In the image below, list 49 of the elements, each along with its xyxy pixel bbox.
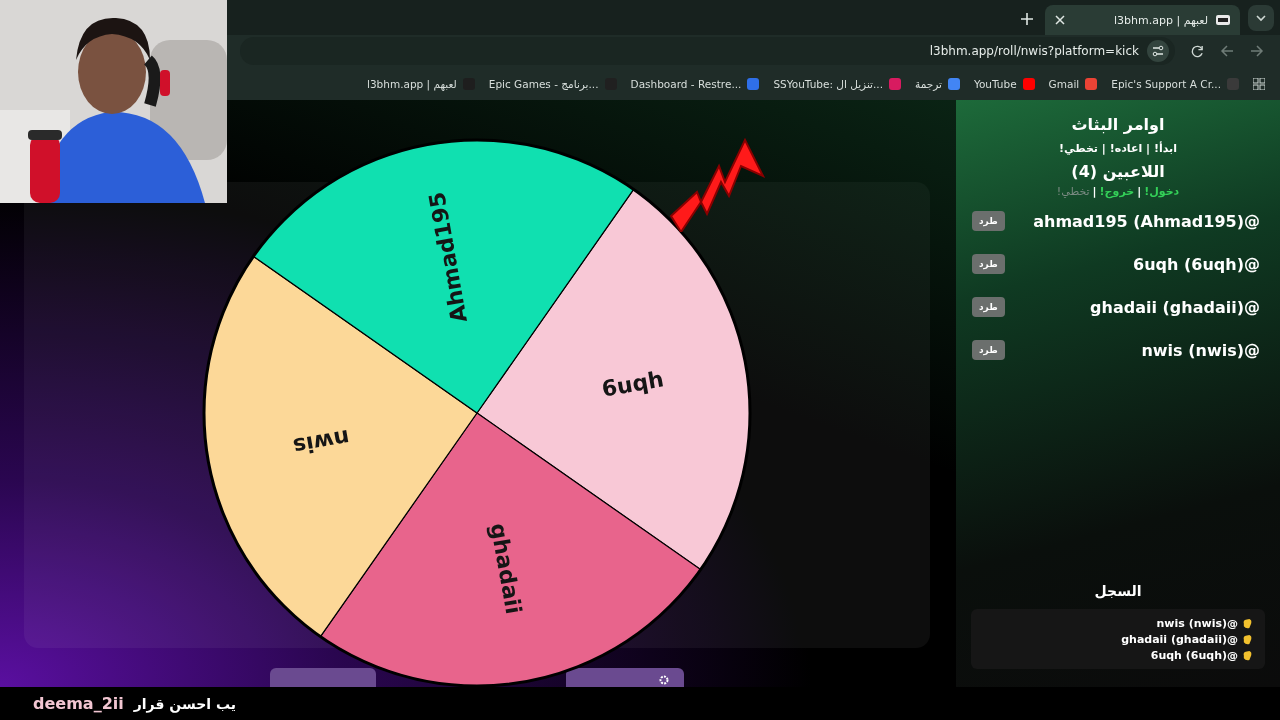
player-name: @nwis (nwis): [1141, 340, 1260, 360]
player-command: خروج!: [1099, 185, 1135, 198]
player-command: تخطي!: [1056, 185, 1090, 198]
panel-title: اوامر البثاث: [1071, 115, 1165, 134]
commands-text: ابدأ! | اعاده! | تخطي!: [1059, 142, 1177, 155]
bookmark[interactable]: Dashboard - Restre...: [630, 77, 760, 90]
log-entry: @nwis (nwis): [1156, 616, 1238, 630]
bookmark[interactable]: ترجمة: [915, 77, 960, 90]
bookmark[interactable]: l3bhm.app | لعبهم: [367, 77, 475, 90]
url-text: l3bhm.app/roll/nwis?platform=kick: [929, 44, 1139, 58]
bookmark[interactable]: Epic's Support A Cr...: [1111, 77, 1239, 90]
reload-icon[interactable]: [1191, 44, 1204, 58]
player-name: @ahmad195 (Ahmad195): [1033, 211, 1260, 231]
players-title: اللاعبين (4): [1071, 162, 1165, 181]
gear-icon: [658, 674, 670, 686]
apps-grid-icon[interactable]: [1253, 77, 1265, 90]
log-title: السجل: [1094, 583, 1142, 599]
player-command: دخول!: [1144, 185, 1180, 198]
separator-text: |: [1092, 185, 1097, 198]
bookmark[interactable]: Gmail: [1048, 77, 1098, 90]
bookmark[interactable]: YouTube: [973, 77, 1035, 90]
browser-tab[interactable]: l3bhm.app | لعبهم: [1045, 5, 1240, 35]
forward-icon[interactable]: [1250, 45, 1264, 57]
tab-title: l3bhm.app | لعبهم: [1113, 13, 1208, 27]
new-tab-icon[interactable]: [1021, 13, 1033, 25]
lightning-icon: [667, 136, 767, 232]
player-name: @6uqh (6uqh): [1133, 254, 1260, 274]
segment-label: ghadaii: [485, 521, 527, 617]
chat-message: يب احسن قرار: [133, 695, 237, 712]
kick-button[interactable]: طرد: [972, 211, 1005, 231]
address-bar[interactable]: l3bhm.app/roll/nwis?platform=kick: [240, 37, 1175, 65]
tab-list-button[interactable]: [1248, 5, 1274, 31]
bookmark[interactable]: Epic Games - برنامج...: [488, 77, 617, 90]
chevron-icon: [1255, 12, 1267, 24]
log-entry: @6uqh (6uqh): [1150, 648, 1238, 662]
site-icon: [1216, 15, 1230, 25]
kick-button[interactable]: طرد: [972, 254, 1005, 274]
player-name: @ghadaii (ghadaii): [1090, 297, 1260, 317]
log-entry: @ghadaii (ghadaii): [1121, 632, 1238, 646]
kick-button[interactable]: طرد: [972, 297, 1005, 317]
site-settings-icon[interactable]: [1147, 40, 1169, 62]
segment-label: 6uqh: [599, 366, 666, 402]
chat-username: deema_2ii: [33, 694, 124, 713]
close-icon[interactable]: [1055, 15, 1065, 25]
kick-button[interactable]: طرد: [972, 340, 1005, 360]
back-icon[interactable]: [1220, 45, 1234, 57]
segment-label: nwis: [291, 424, 352, 460]
bookmark[interactable]: SSYouTube: تنزيل ال...: [773, 77, 901, 90]
separator-text: |: [1137, 185, 1142, 198]
